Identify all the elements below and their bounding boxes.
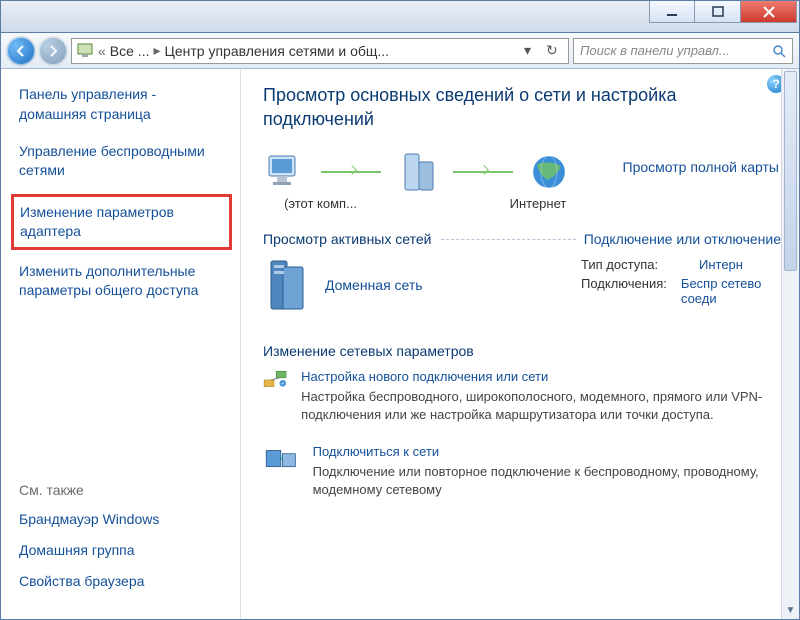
gateway-icon xyxy=(395,150,439,194)
main-panel: ? Просмотр основных сведений о сети и на… xyxy=(241,69,799,619)
chevron-right-icon: ▸ xyxy=(153,42,160,59)
breadcrumb[interactable]: « Все ... ▸ Центр управления сетями и об… xyxy=(71,38,569,64)
maximize-button[interactable] xyxy=(695,1,741,23)
titlebar xyxy=(1,1,799,33)
minimize-button[interactable] xyxy=(649,1,695,23)
breadcrumb-dropdown[interactable]: ▾ xyxy=(524,42,542,59)
see-also-homegroup[interactable]: Домашняя группа xyxy=(19,541,159,560)
connect-to-network-link[interactable]: Подключиться к сети xyxy=(313,444,781,459)
search-input[interactable]: Поиск в панели управл... xyxy=(573,38,793,64)
connections-value[interactable]: Беспр сетево соеди xyxy=(681,276,781,306)
new-connection-icon: + xyxy=(263,369,287,405)
page-title: Просмотр основных сведений о сети и наст… xyxy=(263,83,781,132)
computer-icon xyxy=(263,150,307,194)
connect-to-network-desc: Подключение или повторное подключение к … xyxy=(313,463,781,499)
section-divider xyxy=(441,239,575,240)
map-label-this-pc: (этот комп... xyxy=(263,196,378,211)
scroll-down-icon[interactable]: ▼ xyxy=(782,601,799,619)
internet-icon xyxy=(527,150,571,194)
connections-label: Подключения: xyxy=(581,276,673,306)
full-map-link[interactable]: Просмотр полной карты xyxy=(623,159,779,175)
breadcrumb-page[interactable]: Центр управления сетями и общ... xyxy=(165,43,390,59)
access-type-label: Тип доступа: xyxy=(581,257,691,272)
refresh-icon[interactable]: ↻ xyxy=(546,42,564,59)
breadcrumb-root[interactable]: Все ... xyxy=(110,43,150,59)
setup-new-connection-link[interactable]: Настройка нового подключения или сети xyxy=(301,369,781,384)
setup-new-connection-desc: Настройка беспроводного, широкополосного… xyxy=(301,388,781,424)
highlight-box: Изменение параметров адаптера xyxy=(11,194,232,250)
sidebar: Панель управления - домашняя страница Уп… xyxy=(1,69,241,619)
connect-disconnect-link[interactable]: Подключение или отключение xyxy=(584,231,781,247)
back-button[interactable] xyxy=(7,37,35,65)
content: Панель управления - домашняя страница Уп… xyxy=(1,69,799,619)
network-type-label[interactable]: Доменная сеть xyxy=(325,277,423,293)
scrollbar[interactable]: ▲ ▼ xyxy=(781,69,799,619)
chevron-left-icon: « xyxy=(98,43,106,59)
forward-button[interactable] xyxy=(39,37,67,65)
search-placeholder: Поиск в панели управл... xyxy=(580,43,730,58)
active-networks-title: Просмотр активных сетей xyxy=(263,231,431,247)
see-also-browser-props[interactable]: Свойства браузера xyxy=(19,572,159,591)
see-also-firewall[interactable]: Брандмауэр Windows xyxy=(19,510,159,529)
sidebar-see-also: См. также Брандмауэр Windows Домашняя гр… xyxy=(19,482,159,603)
close-button[interactable] xyxy=(741,1,797,23)
access-type-value[interactable]: Интерн xyxy=(699,257,743,272)
search-icon xyxy=(772,44,786,58)
network-details: Тип доступа: Интерн Подключения: Беспр сет… xyxy=(581,257,781,313)
sidebar-item-advanced-sharing[interactable]: Изменить дополнительные параметры общего… xyxy=(19,262,226,300)
control-panel-icon xyxy=(76,42,94,60)
sidebar-item-wireless[interactable]: Управление беспроводными сетями xyxy=(19,142,226,180)
scrollbar-thumb[interactable] xyxy=(784,71,797,271)
change-settings-title: Изменение сетевых параметров xyxy=(263,343,781,359)
svg-text:+: + xyxy=(281,381,284,387)
connection-line xyxy=(321,171,381,173)
navbar: « Все ... ▸ Центр управления сетями и об… xyxy=(1,33,799,69)
map-label-internet: Интернет xyxy=(463,196,613,211)
active-network-row: Доменная сеть Тип доступа: Интерн Подключ… xyxy=(263,257,781,313)
sidebar-item-adapter-settings[interactable]: Изменение параметров адаптера xyxy=(20,203,223,241)
window: « Все ... ▸ Центр управления сетями и об… xyxy=(0,0,800,620)
domain-network-icon xyxy=(263,257,311,313)
connect-network-icon xyxy=(263,444,299,480)
connection-line xyxy=(453,171,513,173)
change-settings-section: Изменение сетевых параметров + Настройка… xyxy=(263,343,781,500)
control-panel-home-link[interactable]: Панель управления - домашняя страница xyxy=(19,85,226,124)
see-also-title: См. также xyxy=(19,482,159,498)
